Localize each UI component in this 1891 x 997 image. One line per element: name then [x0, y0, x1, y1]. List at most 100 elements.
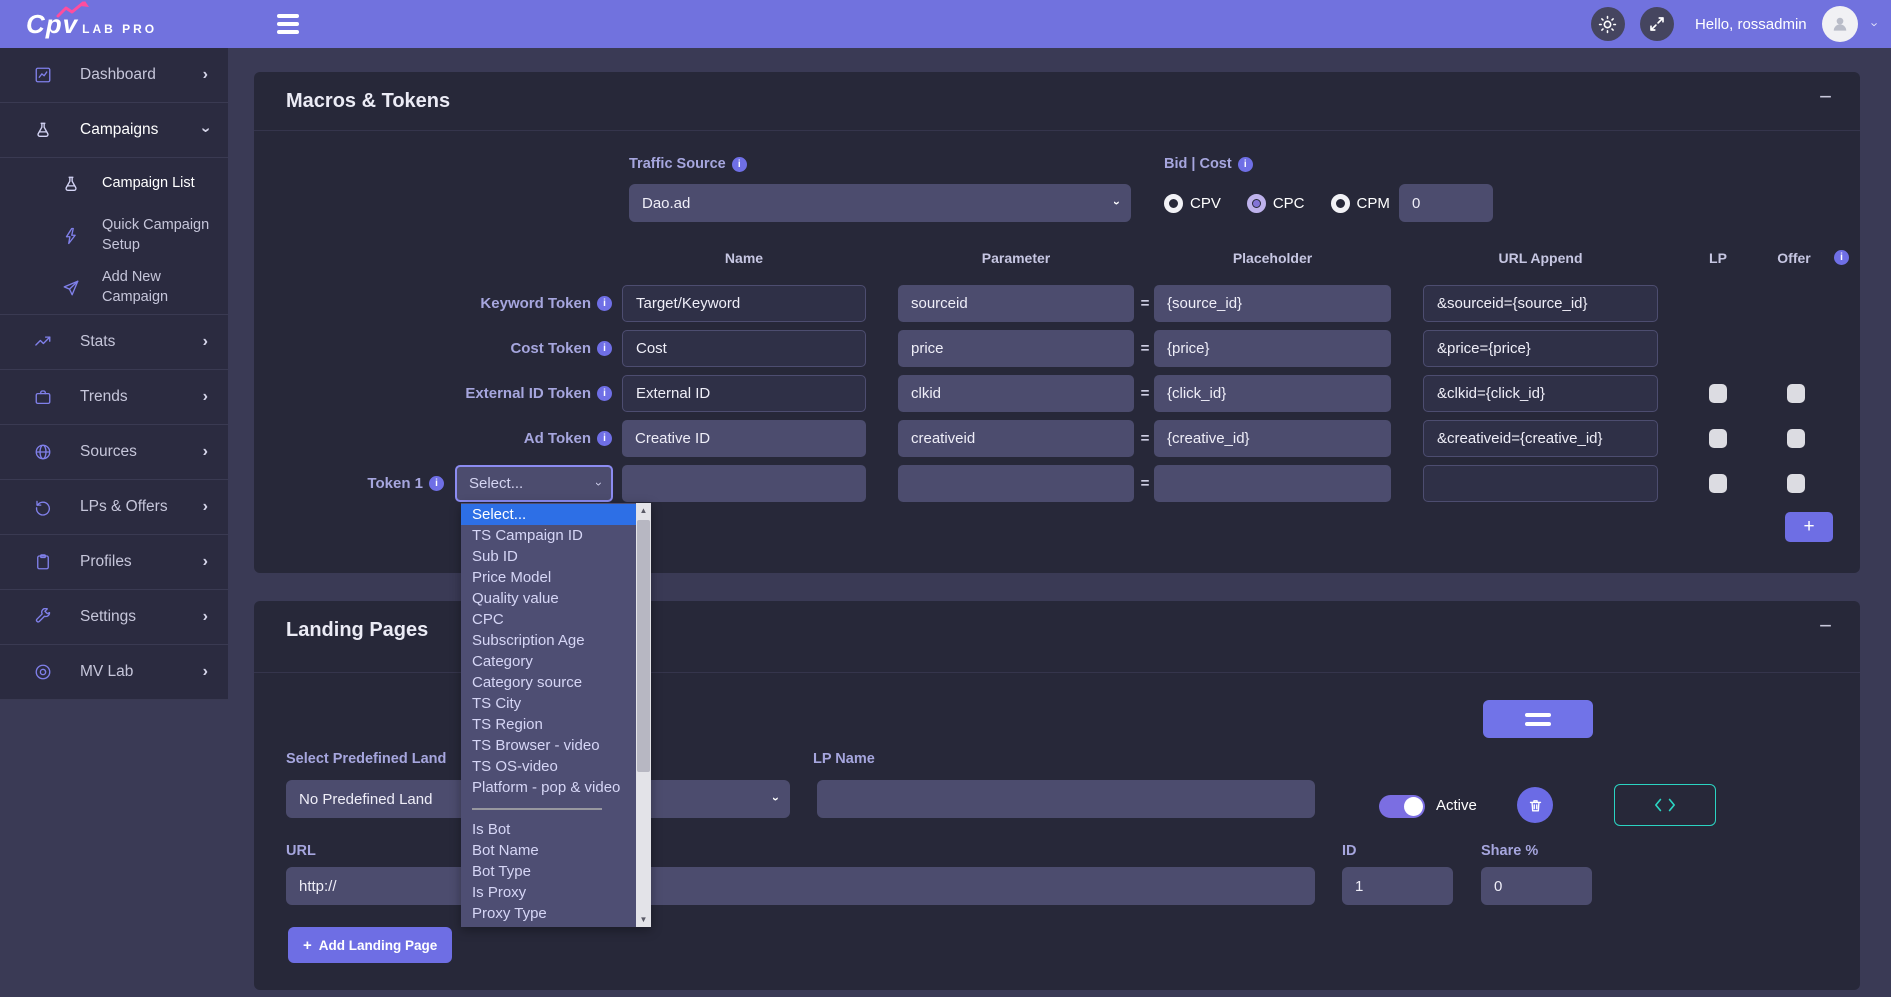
offer-checkbox[interactable] — [1787, 384, 1805, 403]
radio-cpm[interactable]: CPM — [1331, 194, 1390, 213]
dropdown-option-ts-os-video[interactable]: TS OS-video — [461, 756, 636, 777]
url-append-input[interactable]: &clkid={click_id} — [1423, 375, 1658, 412]
menu-toggle-button[interactable] — [277, 14, 299, 34]
traffic-source-select[interactable]: Dao.ad › — [629, 184, 1131, 222]
dropdown-scrollbar[interactable]: ▲ ▼ — [636, 503, 651, 927]
dropdown-option-is-proxy[interactable]: Is Proxy — [461, 882, 636, 903]
briefcase-icon — [34, 388, 54, 406]
name-input[interactable] — [622, 465, 866, 502]
lp-id-label: ID — [1342, 843, 1357, 859]
collapse-button[interactable]: − — [1819, 613, 1832, 639]
active-toggle[interactable] — [1379, 795, 1425, 818]
sidebar-item-lps-offers[interactable]: LPs & Offers› — [0, 480, 228, 535]
add-landing-page-button[interactable]: + Add Landing Page — [288, 927, 452, 963]
sidebar-item-settings[interactable]: Settings› — [0, 590, 228, 645]
offer-checkbox[interactable] — [1787, 474, 1805, 493]
chevron-right-icon: › — [203, 663, 208, 681]
add-token-button[interactable]: + — [1785, 512, 1833, 542]
parameter-input[interactable]: price — [898, 330, 1134, 367]
url-append-input[interactable]: &sourceid={source_id} — [1423, 285, 1658, 322]
reorder-button[interactable] — [1483, 700, 1593, 738]
radio-cpv[interactable]: CPV — [1164, 194, 1221, 213]
dropdown-option-ts-city[interactable]: TS City — [461, 693, 636, 714]
brightness-button[interactable] — [1591, 7, 1625, 41]
dropdown-option-platform-pop-video[interactable]: Platform - pop & video — [461, 777, 636, 798]
sidebar-item-stats[interactable]: Stats› — [0, 315, 228, 370]
lp-checkbox[interactable] — [1709, 384, 1727, 403]
sidebar-item-dashboard[interactable]: Dashboard› — [0, 48, 228, 103]
dropdown-option-proxy-type[interactable]: Proxy Type — [461, 903, 636, 924]
dropdown-option-subscription-age[interactable]: Subscription Age — [461, 630, 636, 651]
placeholder-input[interactable] — [1154, 465, 1391, 502]
url-input[interactable]: http:// — [286, 867, 1315, 905]
token-type-select[interactable]: Select...› — [455, 465, 613, 502]
sidebar-item-label: Dashboard — [80, 65, 156, 86]
sidebar-item-quick-campaign-setup[interactable]: Quick Campaign Setup — [0, 210, 228, 262]
sidebar-item-label: Settings — [80, 607, 136, 628]
fullscreen-button[interactable] — [1640, 7, 1674, 41]
sidebar-item-campaigns[interactable]: Campaigns› — [0, 103, 228, 158]
placeholder-input[interactable]: {source_id} — [1154, 285, 1391, 322]
delete-lp-button[interactable] — [1517, 787, 1553, 823]
dropdown-option-price-model[interactable]: Price Model — [461, 567, 636, 588]
chevron-right-icon: › — [203, 498, 208, 516]
parameter-input[interactable]: creativeid — [898, 420, 1134, 457]
column-header-parameter: Parameter — [898, 250, 1134, 266]
dropdown-option-ts-region[interactable]: TS Region — [461, 714, 636, 735]
placeholder-input[interactable]: {click_id} — [1154, 375, 1391, 412]
sidebar-item-campaign-list[interactable]: Campaign List — [0, 158, 228, 210]
sidebar-item-mv-lab[interactable]: MV Lab› — [0, 645, 228, 700]
share-percent-input[interactable]: 0 — [1481, 867, 1592, 905]
chevron-right-icon: › — [203, 388, 208, 406]
url-append-input[interactable]: &creativeid={creative_id} — [1423, 420, 1658, 457]
lp-checkbox[interactable] — [1709, 474, 1727, 493]
name-input[interactable]: Cost — [622, 330, 866, 367]
offer-checkbox[interactable] — [1787, 429, 1805, 448]
dropdown-option-bot-type[interactable]: Bot Type — [461, 861, 636, 882]
bid-value-input[interactable]: 0 — [1399, 184, 1493, 222]
dropdown-option-cpc[interactable]: CPC — [461, 609, 636, 630]
dropdown-option-bot-name[interactable]: Bot Name — [461, 840, 636, 861]
sidebar-item-profiles[interactable]: Profiles› — [0, 535, 228, 590]
info-icon: i — [732, 157, 747, 172]
lp-id-input[interactable]: 1 — [1342, 867, 1453, 905]
dropdown-option-category-source[interactable]: Category source — [461, 672, 636, 693]
scroll-up-icon[interactable]: ▲ — [636, 503, 651, 518]
parameter-input[interactable] — [898, 465, 1134, 502]
sidebar-item-trends[interactable]: Trends› — [0, 370, 228, 425]
parameter-input[interactable]: sourceid — [898, 285, 1134, 322]
radio-cpc[interactable]: CPC — [1247, 194, 1305, 213]
dropdown-option-ts-campaign-id[interactable]: TS Campaign ID — [461, 525, 636, 546]
sidebar-item-add-new-campaign[interactable]: Add New Campaign — [0, 262, 228, 314]
info-icon: i — [1834, 250, 1849, 265]
url-append-input[interactable] — [1423, 465, 1658, 502]
dropdown-option-is-bot[interactable]: Is Bot — [461, 819, 636, 840]
dropdown-option-category[interactable]: Category — [461, 651, 636, 672]
bolt-icon — [62, 227, 80, 245]
chevron-down-icon[interactable]: › — [1867, 22, 1882, 26]
lp-checkbox[interactable] — [1709, 429, 1727, 448]
user-avatar[interactable] — [1822, 6, 1858, 42]
scroll-down-icon[interactable]: ▼ — [636, 912, 651, 927]
scrollbar-thumb[interactable] — [637, 520, 650, 772]
token-row-cost-token: Cost TokeniCostprice={price}&price={pric… — [254, 330, 1860, 375]
trending-icon — [34, 333, 54, 351]
url-append-input[interactable]: &price={price} — [1423, 330, 1658, 367]
name-input[interactable]: Target/Keyword — [622, 285, 866, 322]
parameter-input[interactable]: clkid — [898, 375, 1134, 412]
logo[interactable]: Cpv LAB PRO — [26, 9, 157, 40]
placeholder-input[interactable]: {creative_id} — [1154, 420, 1391, 457]
sidebar-item-sources[interactable]: Sources› — [0, 425, 228, 480]
name-input[interactable]: External ID — [622, 375, 866, 412]
dropdown-option-quality-value[interactable]: Quality value — [461, 588, 636, 609]
info-icon: i — [597, 296, 612, 311]
collapse-button[interactable]: − — [1819, 84, 1832, 110]
dropdown-option-sub-id[interactable]: Sub ID — [461, 546, 636, 567]
dropdown-option-select[interactable]: Select... — [461, 504, 636, 525]
name-input[interactable]: Creative ID — [622, 420, 866, 457]
dropdown-option-ts-browser-video[interactable]: TS Browser - video — [461, 735, 636, 756]
lp-name-input[interactable] — [817, 780, 1315, 818]
token-row-external-id-token: External ID TokeniExternal IDclkid={clic… — [254, 375, 1860, 420]
placeholder-input[interactable]: {price} — [1154, 330, 1391, 367]
lp-code-button[interactable] — [1614, 784, 1716, 826]
